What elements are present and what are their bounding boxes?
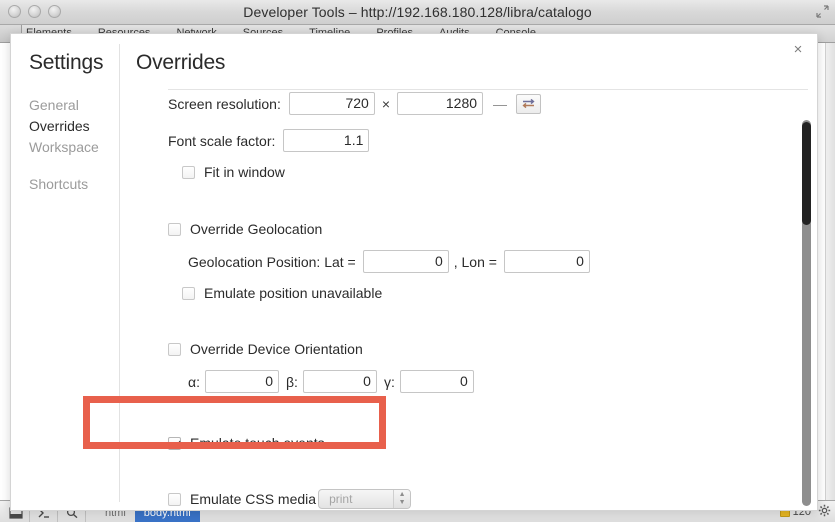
window-scrollbar[interactable]: [825, 43, 835, 500]
stepper-arrows-icon[interactable]: ▲ ▼: [393, 490, 411, 508]
gear-icon[interactable]: [818, 504, 831, 520]
devtools-window: Developer Tools – http://192.168.180.128…: [0, 0, 835, 522]
override-geolocation-row: Override Geolocation: [120, 221, 817, 237]
settings-panel: × Settings General Overrides Workspace S…: [10, 33, 818, 511]
sidebar-item-shortcuts[interactable]: Shortcuts: [29, 174, 119, 195]
resize-grip-icon[interactable]: [816, 5, 830, 19]
settings-title: Settings: [29, 51, 104, 74]
emulate-touch-events-label: Emulate touch events: [190, 435, 325, 451]
settings-content: Overrides Screen resolution: × —: [120, 34, 817, 510]
swap-dimensions-icon[interactable]: [516, 93, 542, 114]
emulate-css-media-row: Emulate CSS media print ▲ ▼: [120, 489, 817, 509]
settings-scrollbar-thumb[interactable]: [802, 122, 811, 225]
alpha-label: α:: [188, 373, 200, 390]
sidebar-item-workspace[interactable]: Workspace: [29, 137, 119, 158]
emulate-position-unavailable-checkbox[interactable]: [182, 286, 195, 300]
beta-label: β:: [285, 373, 298, 390]
device-orientation-row: α: β: γ:: [120, 370, 817, 393]
longitude-input[interactable]: [503, 250, 590, 273]
geolocation-position-label: Geolocation Position: Lat =: [188, 253, 356, 270]
alpha-input[interactable]: [204, 370, 279, 393]
override-geolocation-checkbox[interactable]: [168, 222, 181, 236]
override-device-orientation-label: Override Device Orientation: [190, 341, 363, 357]
emulate-position-unavailable-row: Emulate position unavailable: [120, 285, 817, 301]
window-titlebar: Developer Tools – http://192.168.180.128…: [0, 0, 835, 25]
screen-resolution-row: Screen resolution: × —: [120, 92, 817, 115]
fit-in-window-row: Fit in window: [120, 164, 817, 180]
emulate-touch-events-row: Emulate touch events: [120, 435, 817, 451]
screen-height-input[interactable]: [397, 92, 484, 115]
emulate-position-unavailable-label: Emulate position unavailable: [204, 285, 383, 301]
latitude-input[interactable]: [362, 250, 449, 273]
css-media-select[interactable]: print ▲ ▼: [318, 489, 412, 509]
page-title: Overrides: [136, 51, 226, 74]
content-divider: [168, 89, 808, 90]
screen-resolution-label: Screen resolution:: [168, 95, 281, 112]
geolocation-position-row: Geolocation Position: Lat = , Lon =: [120, 250, 817, 273]
fit-in-window-label: Fit in window: [204, 164, 285, 180]
sidebar-item-overrides[interactable]: Overrides: [29, 116, 119, 137]
fit-in-window-checkbox[interactable]: [182, 165, 195, 179]
overrides-form: Screen resolution: × —: [120, 92, 817, 509]
font-scale-input[interactable]: [283, 129, 370, 152]
override-device-orientation-row: Override Device Orientation: [120, 341, 817, 357]
window-title: Developer Tools – http://192.168.180.128…: [243, 4, 592, 20]
gamma-input[interactable]: [399, 370, 474, 393]
beta-input[interactable]: [302, 370, 377, 393]
emulate-touch-events-checkbox[interactable]: [168, 436, 181, 450]
screen-width-input[interactable]: [288, 92, 375, 115]
emulate-css-media-label: Emulate CSS media: [190, 491, 317, 507]
emulate-css-media-checkbox[interactable]: [168, 492, 181, 506]
longitude-label: , Lon =: [453, 253, 497, 270]
times-symbol: ×: [381, 95, 391, 112]
dash-symbol: —: [493, 95, 508, 112]
gamma-label: γ:: [383, 373, 395, 390]
font-scale-label: Font scale factor:: [168, 132, 276, 149]
settings-sidebar: Settings General Overrides Workspace Sho…: [11, 34, 119, 510]
override-geolocation-label: Override Geolocation: [190, 221, 323, 237]
css-media-selected-value: print: [329, 492, 353, 506]
sidebar-item-general[interactable]: General: [29, 95, 119, 116]
override-device-orientation-checkbox[interactable]: [168, 342, 181, 356]
font-scale-row: Font scale factor:: [120, 129, 817, 152]
